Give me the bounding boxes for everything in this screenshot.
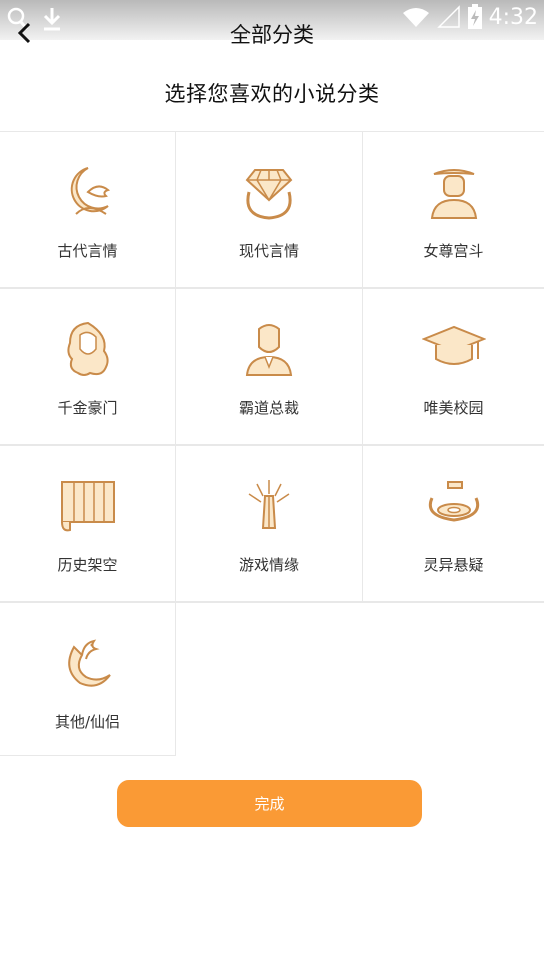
app-header: 全部分类 [0,0,544,66]
category-label: 其他/仙侣 [54,713,121,731]
bamboo-scroll-icon [60,481,115,532]
category-item-supernatural-mystery[interactable]: 灵异悬疑 [363,446,544,602]
mystic-bowl-icon [428,481,479,522]
category-label: 女尊宫斗 [423,242,484,260]
done-button[interactable]: 完成 [117,780,422,827]
category-item-ancient-romance[interactable]: 古代言情 [0,132,176,288]
category-item-game-romance[interactable]: 游戏情缘 [176,446,363,602]
category-item-domineering-ceo[interactable]: 霸道总裁 [176,289,363,445]
category-item-rich-heiress[interactable]: 千金豪门 [0,289,176,445]
category-item-others-immortal[interactable]: 其他/仙侣 [0,603,176,756]
category-label: 千金豪门 [57,399,118,417]
diamond-ring-icon [245,169,293,220]
category-item-modern-romance[interactable]: 现代言情 [176,132,363,288]
crescent-moon-icon [70,167,110,215]
category-item-campus[interactable]: 唯美校园 [363,289,544,445]
page-title: 全部分类 [230,23,314,47]
wavy-hair-woman-icon [66,321,109,376]
category-label: 唯美校园 [423,399,484,417]
page-subtitle: 选择您喜欢的小说分类 [164,82,380,106]
category-label: 游戏情缘 [238,556,299,574]
category-label: 古代言情 [57,242,118,260]
category-item-empress-palace[interactable]: 女尊宫斗 [363,132,544,288]
category-label: 灵异悬疑 [423,556,484,574]
graduation-cap-icon [421,325,486,365]
praying-hands-icon [248,480,290,529]
category-label: 现代言情 [238,242,299,260]
ceo-man-icon [245,324,293,376]
phoenix-icon [67,639,111,687]
category-label: 历史架空 [57,556,118,574]
category-label: 霸道总裁 [238,399,299,417]
empress-bust-icon [430,169,477,219]
category-item-alt-history[interactable]: 历史架空 [0,446,176,602]
